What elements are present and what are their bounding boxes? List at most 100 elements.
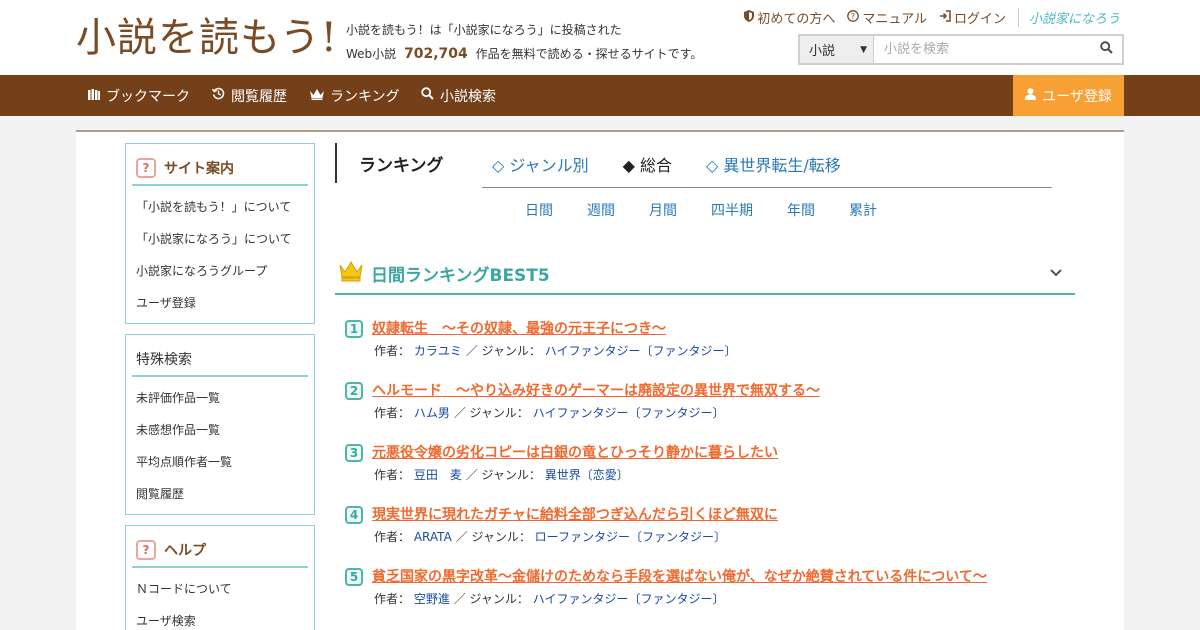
search-box: 小説 ▼ bbox=[798, 34, 1124, 65]
entry-meta: 作者： 豆田 麦 ／ ジャンル： 異世界〔恋愛〕 bbox=[374, 466, 629, 483]
sidebar-item-history[interactable]: 閲覧履歴 bbox=[136, 483, 314, 515]
top-link-login[interactable]: ログイン bbox=[939, 8, 1006, 27]
user-register-button[interactable]: ユーザ登録 bbox=[1013, 75, 1124, 116]
sidebar-item-avg-score-authors[interactable]: 平均点順作者一覧 bbox=[136, 451, 314, 483]
site-logo[interactable]: 小説を読もう! bbox=[76, 14, 338, 62]
entry-genre[interactable]: ハイファンタジー〔ファンタジー〕 bbox=[533, 406, 725, 420]
bookmark-icon bbox=[88, 88, 100, 104]
entry-meta: 作者： カラユミ ／ ジャンル： ハイファンタジー〔ファンタジー〕 bbox=[374, 342, 737, 359]
nav-label: 小説検索 bbox=[440, 88, 496, 105]
tab-quarterly[interactable]: 四半期 bbox=[711, 200, 753, 220]
sidebar-item-ncode[interactable]: Ｎコードについて bbox=[136, 578, 314, 610]
rank-badge: 5 bbox=[345, 568, 363, 586]
narou-partner-logo[interactable]: 小説家になろう bbox=[1017, 8, 1120, 27]
entry-meta: 作者： ハム男 ／ ジャンル： ハイファンタジー〔ファンタジー〕 bbox=[374, 404, 725, 421]
user-icon bbox=[1025, 87, 1037, 104]
tagline-line1: 小説を読もう！は「小説家になろう」に投稿された bbox=[346, 23, 622, 37]
nav-bookmark[interactable]: ブックマーク bbox=[88, 75, 190, 116]
tab-yearly[interactable]: 年間 bbox=[787, 200, 815, 220]
entry-title[interactable]: 元悪役令嬢の劣化コピーは白銀の竜とひっそり静かに暮らしたい bbox=[372, 442, 778, 462]
sidebar-title-text: ヘルプ bbox=[164, 543, 206, 559]
entry-title[interactable]: ヘルモード ～やり込み好きのゲーマーは廃設定の異世界で無双する～ bbox=[372, 380, 820, 400]
search-button[interactable] bbox=[1090, 36, 1122, 63]
entry-author[interactable]: ハム男 bbox=[414, 406, 450, 420]
chevron-down-icon[interactable] bbox=[1049, 263, 1063, 282]
entry-author[interactable]: 空野進 bbox=[414, 592, 450, 606]
search-category-value: 小説 bbox=[809, 44, 836, 59]
tagline-suffix: 作品を無料で読める・探せるサイトです。 bbox=[475, 47, 703, 61]
best5-header[interactable]: 日間ランキングBEST5 bbox=[335, 253, 1075, 295]
rank-badge: 1 bbox=[345, 320, 363, 338]
tagline-line2: Web小説 702,704 作品を無料で読める・探せるサイトです。 bbox=[346, 42, 702, 66]
genre-label: ／ ジャンル： bbox=[455, 530, 531, 544]
tab-daily[interactable]: 日間 bbox=[525, 200, 553, 220]
entry-title[interactable]: 現実世界に現れたガチャに給料全部つぎ込んだら引くほど無双に bbox=[372, 504, 778, 524]
nav-search[interactable]: 小説検索 bbox=[421, 75, 496, 116]
nav-label: ブックマーク bbox=[106, 88, 190, 105]
author-label: 作者： bbox=[374, 592, 411, 606]
tab-genre[interactable]: ◇ ジャンル別 bbox=[492, 152, 589, 176]
entry-genre[interactable]: 異世界〔恋愛〕 bbox=[545, 468, 629, 482]
tab-weekly[interactable]: 週間 bbox=[587, 200, 615, 220]
entry-genre[interactable]: ハイファンタジー〔ファンタジー〕 bbox=[545, 344, 737, 358]
sidebar-item-narou-group[interactable]: 小説家になろうグループ bbox=[136, 260, 314, 292]
entry-title[interactable]: 貧乏国家の黒字改革〜金儲けのためなら手段を選ばない俺が、なぜか絶賛されている件に… bbox=[372, 566, 987, 586]
sidebar-title-text: 特殊検索 bbox=[136, 352, 192, 368]
entry-author[interactable]: カラユミ bbox=[414, 344, 462, 358]
entry-title[interactable]: 奴隷転生 ～その奴隷、最強の元王子につき～ bbox=[372, 318, 666, 338]
search-icon bbox=[1099, 41, 1113, 58]
entry-author[interactable]: ARATA bbox=[414, 530, 452, 544]
sidebar-item-user-search[interactable]: ユーザ検索 bbox=[136, 610, 314, 630]
tab-cumulative[interactable]: 累計 bbox=[849, 200, 877, 220]
sidebar-list: 未評価作品一覧 未感想作品一覧 平均点順作者一覧 閲覧履歴 bbox=[126, 377, 314, 519]
sidebar-item-user-register[interactable]: ユーザ登録 bbox=[136, 292, 314, 324]
sidebar-item-unrated[interactable]: 未評価作品一覧 bbox=[136, 387, 314, 419]
site-tagline: 小説を読もう！は「小説家になろう」に投稿された Web小説 702,704 作品… bbox=[346, 18, 702, 66]
search-category-select[interactable]: 小説 ▼ bbox=[800, 36, 874, 63]
entry-author[interactable]: 豆田 麦 bbox=[414, 468, 462, 482]
sidebar-box-title: ? サイト案内 bbox=[132, 152, 308, 186]
question-icon: ? bbox=[847, 9, 860, 26]
nav-ranking[interactable]: ランキング bbox=[310, 75, 400, 116]
nav-label: ランキング bbox=[330, 88, 400, 105]
entry-genre[interactable]: ローファンタジー〔ファンタジー〕 bbox=[535, 530, 726, 544]
sidebar-special-search: 特殊検索 未評価作品一覧 未感想作品一覧 平均点順作者一覧 閲覧履歴 bbox=[125, 334, 315, 515]
page-background-left bbox=[0, 116, 76, 630]
sidebar-list: 「小説を読もう！」について 「小説家になろう」について 小説家になろうグループ … bbox=[126, 186, 314, 328]
genre-label: ／ ジャンル： bbox=[453, 592, 529, 606]
top-link-label: ログイン bbox=[953, 12, 1006, 27]
main-nav: ブックマーク 閲覧履歴 ランキング 小説検索 ユーザ登録 bbox=[0, 75, 1200, 116]
sidebar-help: ? ヘルプ Ｎコードについて ユーザ検索 bbox=[125, 525, 315, 630]
author-label: 作者： bbox=[374, 344, 411, 358]
top-link-beginner[interactable]: 初めての方へ bbox=[744, 8, 835, 27]
sidebar-box-title: ? ヘルプ bbox=[132, 534, 308, 568]
sidebar-item-no-reviews[interactable]: 未感想作品一覧 bbox=[136, 419, 314, 451]
author-label: 作者： bbox=[374, 468, 411, 482]
crown-icon bbox=[310, 88, 324, 104]
genre-label: ／ ジャンル： bbox=[453, 406, 529, 420]
entry-genre[interactable]: ハイファンタジー〔ファンタジー〕 bbox=[533, 592, 725, 606]
top-link-manual[interactable]: ? マニュアル bbox=[847, 8, 927, 27]
search-input[interactable] bbox=[874, 36, 1090, 63]
site-header: 小説を読もう! 小説を読もう！は「小説家になろう」に投稿された Web小説 70… bbox=[0, 0, 1200, 75]
login-icon bbox=[939, 9, 951, 26]
register-label: ユーザ登録 bbox=[1042, 88, 1112, 105]
genre-label: ／ ジャンル： bbox=[465, 344, 541, 358]
top-link-label: 初めての方へ bbox=[757, 12, 836, 27]
tab-overall[interactable]: ◆ 総合 bbox=[623, 152, 672, 176]
sidebar-item-about-yomou[interactable]: 「小説を読もう！」について bbox=[136, 196, 314, 228]
tab-isekai[interactable]: ◇ 異世界転生/転移 bbox=[706, 152, 841, 176]
best5-title: 日間ランキングBEST5 bbox=[371, 265, 550, 286]
tagline-prefix: Web小説 bbox=[346, 47, 397, 61]
page-background-top bbox=[76, 116, 1124, 130]
rank-badge: 2 bbox=[345, 382, 363, 400]
sidebar-item-about-narou[interactable]: 「小説家になろう」について bbox=[136, 228, 314, 260]
svg-text:?: ? bbox=[851, 12, 855, 21]
ranking-heading: ランキング bbox=[335, 143, 444, 183]
crown-icon bbox=[339, 260, 367, 286]
caret-down-icon: ▼ bbox=[860, 44, 867, 55]
tab-monthly[interactable]: 月間 bbox=[649, 200, 677, 220]
rank-badge: 4 bbox=[345, 506, 363, 524]
nav-history[interactable]: 閲覧履歴 bbox=[211, 75, 287, 116]
sidebar-title-text: サイト案内 bbox=[164, 161, 234, 177]
